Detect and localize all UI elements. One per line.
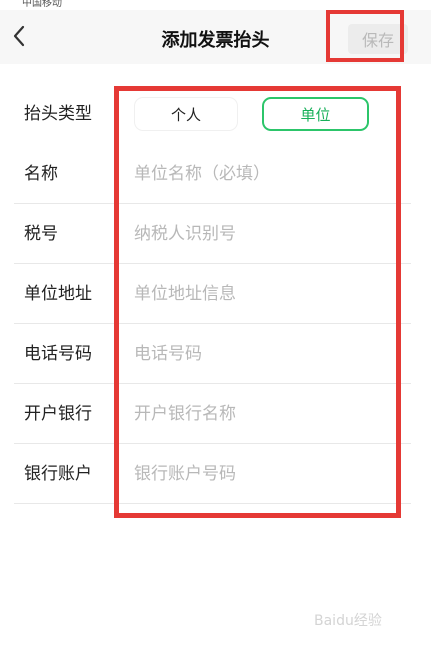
type-option-personal[interactable]: 个人 [134, 97, 238, 131]
address-row: 单位地址 单位地址信息 [14, 264, 411, 324]
tax-id-label: 税号 [24, 224, 58, 244]
account-input[interactable]: 银行账户号码 [134, 444, 404, 504]
address-label: 单位地址 [24, 284, 92, 304]
tax-id-row: 税号 纳税人识别号 [14, 204, 411, 264]
type-option-company[interactable]: 单位 [262, 97, 369, 131]
watermark: Baidu经验 [314, 613, 382, 629]
bank-row: 开户银行 开户银行名称 [14, 384, 411, 444]
carrier-name: 中国移动 [22, 0, 62, 9]
account-label: 银行账户 [24, 464, 92, 484]
type-row: 抬头类型 个人 单位 [14, 84, 411, 144]
top-bar: 添加发票抬头 保存 [0, 10, 431, 64]
name-input[interactable]: 单位名称（必填） [134, 144, 404, 204]
phone-row: 电话号码 电话号码 [14, 324, 411, 384]
bank-input[interactable]: 开户银行名称 [134, 384, 404, 444]
tax-id-input[interactable]: 纳税人识别号 [134, 204, 404, 264]
bank-label: 开户银行 [24, 404, 92, 424]
save-button[interactable]: 保存 [348, 24, 408, 54]
address-input[interactable]: 单位地址信息 [134, 264, 404, 324]
name-label: 名称 [24, 164, 58, 184]
phone-label: 电话号码 [24, 344, 92, 364]
status-bar: 中国移动 [0, 0, 431, 10]
phone-input[interactable]: 电话号码 [134, 324, 404, 384]
type-label: 抬头类型 [24, 104, 92, 124]
account-row: 银行账户 银行账户号码 [14, 444, 411, 504]
name-row: 名称 单位名称（必填） [14, 144, 411, 204]
